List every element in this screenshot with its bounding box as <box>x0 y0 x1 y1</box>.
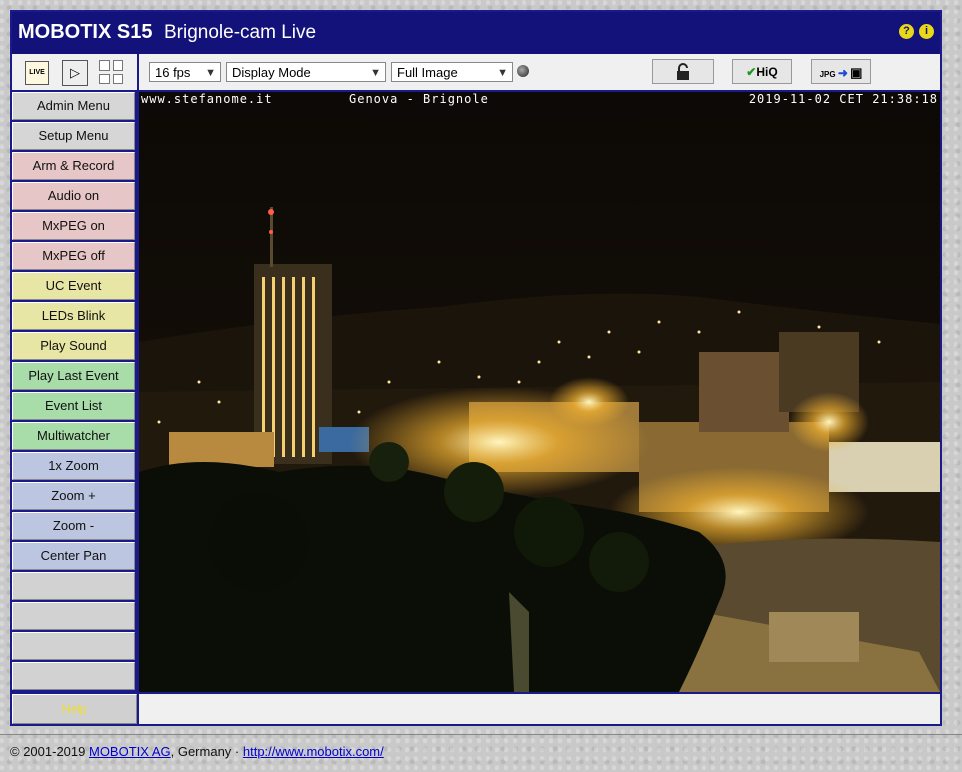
status-bar <box>139 694 940 724</box>
brand-title: MOBOTIX S15 <box>18 21 153 43</box>
camera-name: Brignole-cam Live <box>164 22 317 43</box>
image-mode-value: Full Image <box>397 65 458 80</box>
sidebar-empty-slot <box>12 662 135 690</box>
sidebar-button-zoom[interactable]: Zoom - <box>12 512 135 540</box>
save-jpg-button[interactable]: JPG ➜ ▣ <box>811 59 871 84</box>
sidebar-button-leds-blink[interactable]: LEDs Blink <box>12 302 135 330</box>
sidebar-button-admin-menu[interactable]: Admin Menu <box>12 92 135 120</box>
lock-button[interactable] <box>652 59 714 84</box>
display-mode-value: Display Mode <box>232 65 311 80</box>
sidebar-button-mxpeg-on[interactable]: MxPEG on <box>12 212 135 240</box>
sidebar-menu: Admin Menu Setup Menu Arm & Record Audio on… <box>12 92 137 692</box>
sidebar-empty-slot <box>12 632 135 660</box>
overlay-location: Genova - Brignole <box>349 92 489 106</box>
video-overlay-text: www.stefanome.it Genova - Brignole 2019-… <box>139 92 940 106</box>
company-link[interactable]: MOBOTIX AG <box>89 744 171 759</box>
title-bar: MOBOTIX S15 Brignole-cam Live ? i <box>12 12 940 54</box>
help-icon[interactable]: ? <box>899 24 914 39</box>
chevron-down-icon: ▼ <box>370 67 381 79</box>
live-video-image: www.stefanome.it Genova - Brignole 2019-… <box>139 92 940 692</box>
website-link[interactable]: http://www.mobotix.com/ <box>243 744 384 759</box>
sidebar-button-setup-menu[interactable]: Setup Menu <box>12 122 135 150</box>
live-view-button[interactable]: LIVE <box>25 61 49 85</box>
play-icon[interactable]: ▷ <box>62 60 88 86</box>
country-text: , Germany · <box>170 744 243 759</box>
sidebar-button-play-sound[interactable]: Play Sound <box>12 332 135 360</box>
display-mode-select[interactable]: Display Mode ▼ <box>226 62 386 82</box>
chevron-down-icon: ▼ <box>497 67 508 79</box>
camera-frame: MOBOTIX S15 Brignole-cam Live ? i LIVE ▷… <box>10 10 942 726</box>
info-icon[interactable]: i <box>919 24 934 39</box>
sidebar-button-uc-event[interactable]: UC Event <box>12 272 135 300</box>
jpg-label: JPG <box>819 70 836 79</box>
check-icon: ✔ <box>746 65 757 79</box>
sidebar-empty-slot <box>12 572 135 600</box>
fps-select[interactable]: 16 fps ▼ <box>149 62 221 82</box>
sidebar-button-center-pan[interactable]: Center Pan <box>12 542 135 570</box>
hiq-label: HiQ <box>756 65 778 79</box>
sidebar-button-zoom[interactable]: Zoom + <box>12 482 135 510</box>
sidebar-button-audio-on[interactable]: Audio on <box>12 182 135 210</box>
lock-icon <box>677 63 689 80</box>
sidebar-button-1x-zoom[interactable]: 1x Zoom <box>12 452 135 480</box>
view-toolbar: LIVE ▷ <box>12 54 139 90</box>
overlay-timestamp: 2019-11-02 CET 21:38:18 <box>748 92 938 106</box>
footer: © 2001-2019 MOBOTIX AG, Germany · http:/… <box>10 744 384 759</box>
night-city-image <box>139 92 940 692</box>
arrow-right-icon: ➜ <box>837 66 848 80</box>
help-button[interactable]: Help <box>12 694 137 724</box>
fps-value: 16 fps <box>155 65 191 80</box>
sidebar-button-play-last-event[interactable]: Play Last Event <box>12 362 135 390</box>
image-mode-select[interactable]: Full Image ▼ <box>391 62 513 82</box>
status-dot-icon <box>517 65 529 77</box>
sidebar-button-arm-record[interactable]: Arm & Record <box>12 152 135 180</box>
overlay-website: www.stefanome.it <box>141 92 273 106</box>
multiview-grid-icon[interactable] <box>99 60 123 84</box>
chevron-down-icon: ▼ <box>205 67 216 79</box>
copyright-text: © 2001-2019 <box>10 744 89 759</box>
control-toolbar: 16 fps ▼ Display Mode ▼ Full Image ▼ ✔Hi… <box>139 54 940 90</box>
sidebar-button-multiwatcher[interactable]: Multiwatcher <box>12 422 135 450</box>
sidebar-empty-slot <box>12 602 135 630</box>
floppy-disk-icon: ▣ <box>850 65 863 80</box>
footer-divider <box>0 734 962 735</box>
sidebar-button-mxpeg-off[interactable]: MxPEG off <box>12 242 135 270</box>
hiq-button[interactable]: ✔HiQ <box>732 59 792 84</box>
sidebar-button-event-list[interactable]: Event List <box>12 392 135 420</box>
